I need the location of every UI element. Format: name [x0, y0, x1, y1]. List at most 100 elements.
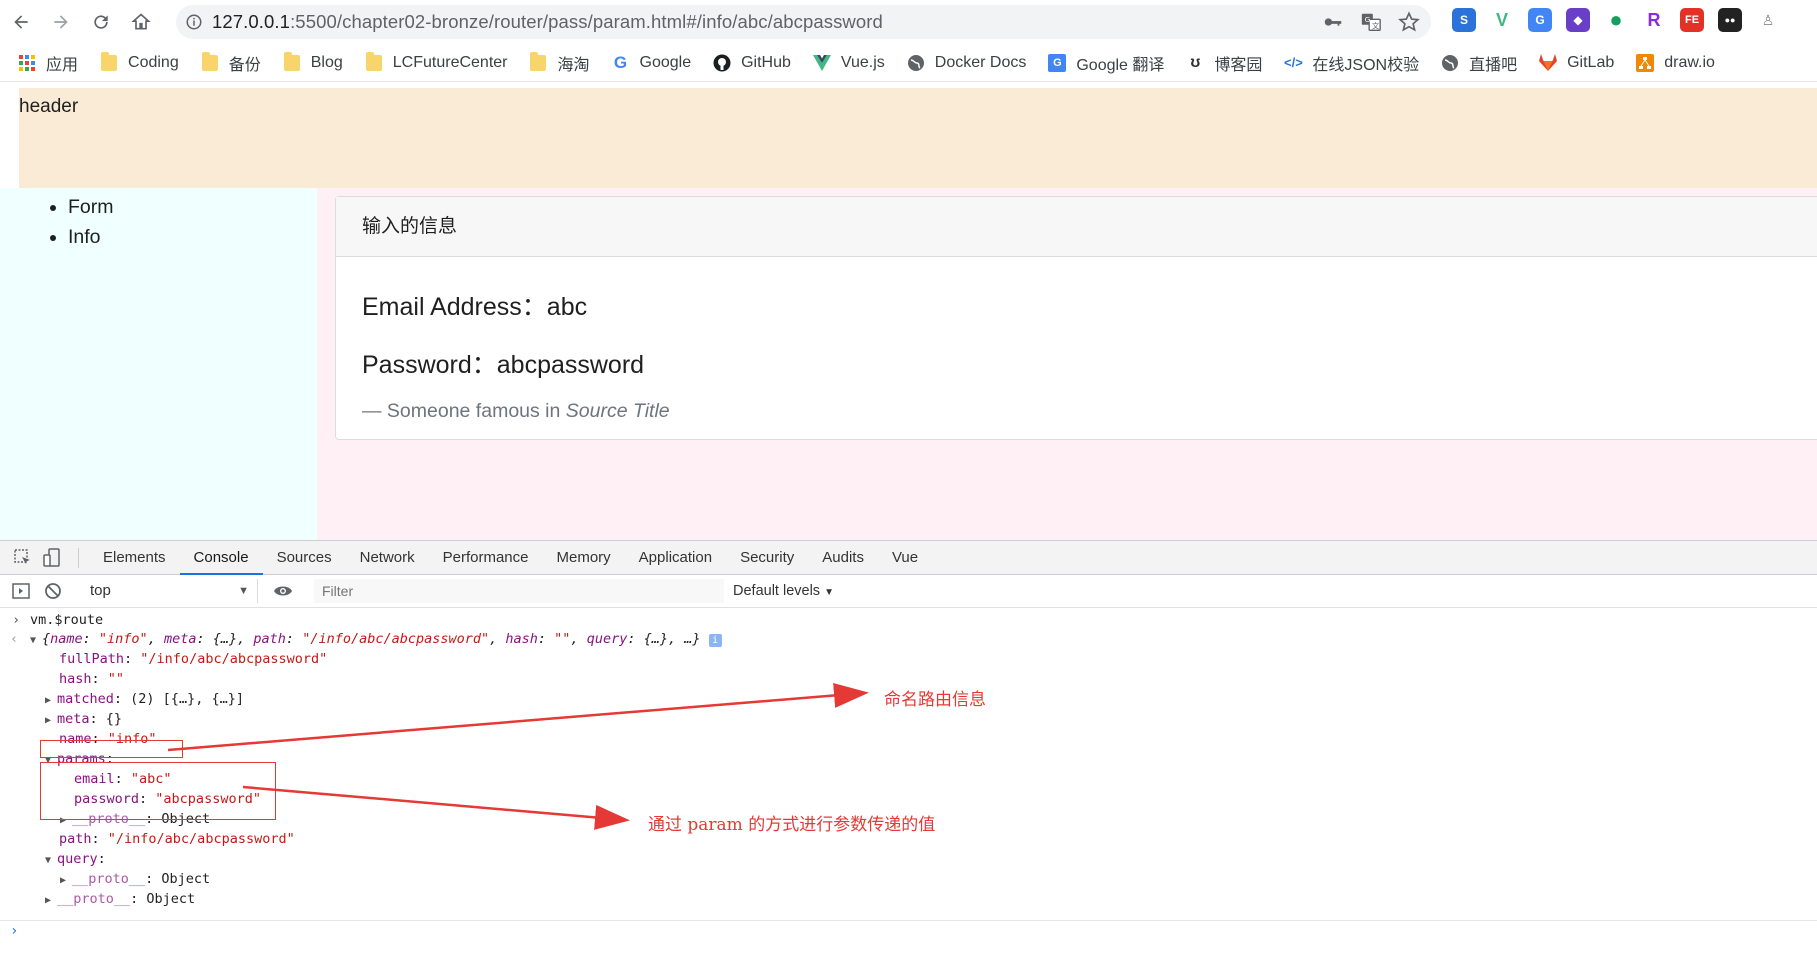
url-host: 127.0.0.1 — [212, 11, 291, 32]
home-icon — [131, 13, 151, 30]
nav-item-info[interactable]: Info — [68, 222, 317, 252]
prop-fullpath: fullPath: "/info/abc/abcpassword" — [59, 651, 328, 667]
console-input-line: vm.$route — [30, 612, 104, 628]
star-icon[interactable] — [1397, 10, 1421, 34]
prop-query-proto[interactable]: ▶ __proto__: Object — [60, 870, 210, 888]
expand-triangle-icon[interactable]: ▶ — [45, 712, 57, 730]
prop-root-proto[interactable]: ▶ __proto__: Object — [45, 890, 195, 908]
annotation-named-route: 命名路由信息 — [884, 690, 986, 710]
clear-console-icon[interactable] — [42, 580, 64, 602]
vue-icon — [812, 54, 831, 72]
code-icon: </> — [1284, 55, 1303, 70]
tab-sources[interactable]: Sources — [263, 541, 346, 575]
bookmark-label: GitHub — [741, 53, 791, 71]
bookmark-apps[interactable]: 应用 — [18, 51, 78, 75]
svg-text:G: G — [1365, 15, 1371, 24]
bookmark-github[interactable]: GitHub — [713, 54, 791, 72]
route-summary-line[interactable]: ▼ {name: "info", meta: {…}, path: "/info/… — [30, 630, 722, 648]
folder-icon — [100, 51, 118, 72]
bookmark-gitlab[interactable]: GitLab — [1539, 54, 1614, 72]
page-header: header — [19, 88, 1817, 188]
bookmark-google[interactable]: G Google — [612, 53, 691, 72]
tab-network[interactable]: Network — [346, 541, 429, 575]
prop-path: path: "/info/abc/abcpassword" — [59, 831, 295, 847]
bookmark-google-translate[interactable]: G Google 翻译 — [1048, 51, 1164, 75]
back-button[interactable] — [8, 9, 34, 35]
site-info-icon[interactable] — [176, 13, 212, 31]
bookmark-label: Vue.js — [840, 53, 885, 71]
expand-triangle-icon[interactable]: ▶ — [45, 892, 57, 910]
tampermonkey-ext-icon[interactable]: ●● — [1718, 8, 1742, 32]
cube-ext-icon[interactable]: ◆ — [1566, 8, 1590, 32]
bookmark-json-validator[interactable]: </> 在线JSON校验 — [1284, 51, 1419, 75]
console-toolbar: top ▼ Default levels ▼ — [0, 575, 1817, 608]
bookmark-lcfuturecenter[interactable]: LCFutureCenter — [365, 51, 508, 72]
levels-label: Default levels — [733, 583, 821, 599]
url-text[interactable]: 127.0.0.1:5500/chapter02-bronze/router/p… — [212, 11, 883, 33]
expand-triangle-icon[interactable]: ▶ — [60, 872, 72, 890]
prop-matched[interactable]: ▶ matched: (2) [{…}, {…}] — [45, 690, 244, 708]
toolbar-divider — [78, 547, 79, 568]
tab-performance[interactable]: Performance — [429, 541, 543, 575]
tab-security[interactable]: Security — [726, 541, 808, 575]
page-main: 输入的信息 Email Address：abc Password：abcpass… — [317, 188, 1817, 540]
translate-ext-icon[interactable]: G — [1528, 8, 1552, 32]
console-prompt-caret-icon[interactable]: › — [10, 923, 18, 939]
inspect-element-icon[interactable] — [12, 547, 34, 569]
gitlab-icon — [1539, 54, 1558, 72]
bookmark-zhibo8[interactable]: 直播吧 — [1441, 51, 1517, 75]
person-ext-icon[interactable]: ♙ — [1756, 8, 1780, 32]
expand-triangle-icon[interactable]: ▼ — [30, 632, 42, 650]
tab-elements[interactable]: Elements — [89, 541, 180, 575]
context-value: top — [90, 582, 111, 599]
cnblogs-icon: ʊ — [1190, 53, 1201, 71]
fe-ext-icon[interactable]: FE — [1680, 8, 1704, 32]
forward-button[interactable] — [48, 9, 74, 35]
console-prompt-divider — [0, 920, 1817, 921]
drawio-icon — [1636, 53, 1655, 72]
tab-console[interactable]: Console — [179, 541, 263, 575]
url-path: :5500/chapter02-bronze/router/pass/param… — [290, 11, 883, 32]
devtools-panel: Elements Console Sources Network Perform… — [0, 540, 1817, 972]
bookmark-vuejs[interactable]: Vue.js — [812, 53, 885, 72]
prop-meta[interactable]: ▶ meta: {} — [45, 710, 122, 728]
omnibox[interactable]: 127.0.0.1:5500/chapter02-bronze/router/p… — [176, 5, 1431, 39]
tab-vue[interactable]: Vue — [878, 541, 932, 575]
tab-application[interactable]: Application — [625, 541, 726, 575]
bookmark-label: draw.io — [1664, 53, 1715, 71]
bookmark-cnblogs[interactable]: ʊ 博客园 — [1186, 51, 1262, 75]
bookmark-haitao[interactable]: 海淘 — [529, 51, 590, 75]
bookmark-label: 博客园 — [1214, 56, 1263, 74]
bookmark-backup[interactable]: 备份 — [201, 51, 261, 75]
bookmark-label: 海淘 — [557, 56, 590, 74]
prop-query[interactable]: ▼ query: — [45, 850, 106, 868]
tab-memory[interactable]: Memory — [543, 541, 625, 575]
bookmark-label: LCFutureCenter — [392, 53, 508, 71]
name-highlight-box — [40, 740, 183, 758]
vue-ext-icon[interactable]: V — [1490, 8, 1514, 32]
show-sidebar-icon[interactable] — [10, 580, 32, 602]
expand-triangle-icon[interactable]: ▶ — [45, 692, 57, 710]
console-filter-input[interactable] — [314, 579, 724, 603]
translate-icon[interactable]: G文 — [1359, 10, 1383, 34]
home-button[interactable] — [128, 9, 154, 35]
tab-audits[interactable]: Audits — [808, 541, 878, 575]
device-toolbar-icon[interactable] — [42, 547, 64, 569]
bookmark-coding[interactable]: Coding — [100, 51, 179, 72]
green-dot-ext-icon[interactable]: ● — [1604, 7, 1628, 32]
annotation-param-values: 通过 param 的方式进行参数传递的值 — [648, 815, 936, 835]
bookmark-blog[interactable]: Blog — [283, 51, 343, 72]
browser-toolbar: 127.0.0.1:5500/chapter02-bronze/router/p… — [0, 0, 1817, 44]
key-icon[interactable] — [1321, 10, 1345, 34]
context-select[interactable]: top ▼ — [80, 579, 258, 603]
sogou-ext-icon[interactable]: S — [1452, 8, 1476, 32]
eye-icon[interactable] — [272, 580, 294, 602]
log-levels-dropdown[interactable]: Default levels ▼ — [733, 579, 834, 605]
footer-prefix: — Someone famous in — [362, 400, 566, 422]
bookmark-drawio[interactable]: draw.io — [1636, 53, 1715, 72]
r-ext-icon[interactable]: R — [1642, 8, 1666, 32]
bookmark-docker-docs[interactable]: Docker Docs — [907, 54, 1026, 72]
nav-item-form[interactable]: Form — [68, 192, 317, 222]
reload-button[interactable] — [88, 9, 114, 35]
expand-triangle-icon[interactable]: ▼ — [45, 852, 57, 870]
